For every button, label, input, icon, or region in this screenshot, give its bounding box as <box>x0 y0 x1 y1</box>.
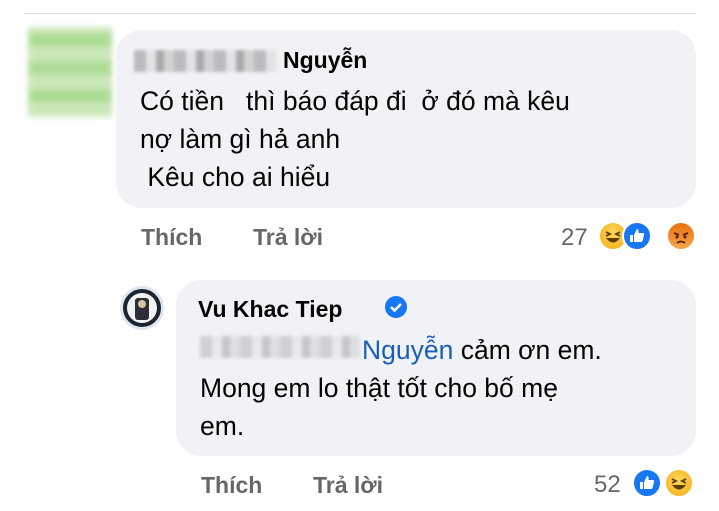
verified-badge-icon <box>385 296 407 318</box>
comment-text-line: Kêu cho ai hiểu <box>140 162 331 192</box>
reaction-count[interactable]: 52 <box>594 471 621 499</box>
mention-link[interactable]: Nguyễn <box>362 335 453 365</box>
angry-icon <box>666 221 696 251</box>
comment-text-line: nợ làm gì hả anh <box>140 124 341 154</box>
comment-text-line: em. <box>200 411 245 441</box>
comment-text-line: Có tiền thì báo đáp đi ở đó mà kêu <box>140 86 570 116</box>
like-button[interactable]: Thích <box>201 472 262 499</box>
avatar[interactable] <box>120 286 164 330</box>
haha-icon <box>664 468 694 498</box>
comment-text-line: Mong em lo thật tốt cho bố mẹ <box>200 373 558 403</box>
comment-author-1[interactable]: Nguyễn <box>283 47 367 74</box>
reaction-count[interactable]: 27 <box>561 224 588 252</box>
reply-button[interactable]: Trả lời <box>313 472 383 499</box>
like-button[interactable]: Thích <box>141 224 202 251</box>
top-divider <box>24 13 695 14</box>
like-icon <box>622 221 652 251</box>
like-icon <box>632 468 662 498</box>
reply-button[interactable]: Trả lời <box>253 224 323 251</box>
comment-author-2[interactable]: Vu Khac Tiep <box>198 296 342 323</box>
redacted-name <box>134 50 276 72</box>
avatar-blurred[interactable] <box>28 27 112 117</box>
comment-text-fragment: cảm ơn em. <box>453 335 602 365</box>
redacted-name <box>200 336 360 358</box>
comment-text-line: Nguyễn cảm ơn em. <box>362 331 602 369</box>
